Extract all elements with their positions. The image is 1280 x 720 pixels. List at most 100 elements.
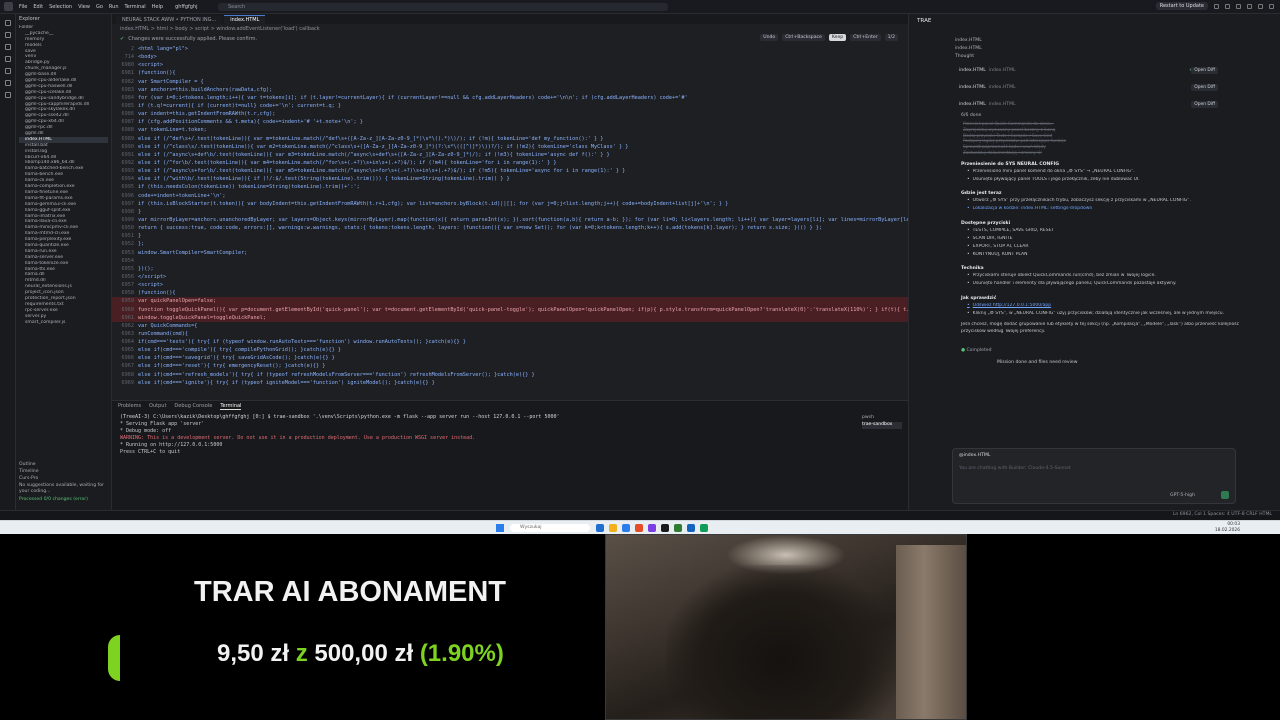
- code-line[interactable]: 6967 else if(cmd==='reset'){ try{ emerge…: [112, 362, 908, 370]
- maximize-icon[interactable]: [1258, 3, 1263, 9]
- chat-file-ref[interactable]: index.HTML: [917, 38, 1272, 46]
- send-icon[interactable]: [1221, 491, 1229, 499]
- search-icon[interactable]: [4, 32, 11, 38]
- menu-selection[interactable]: Selection: [49, 4, 72, 10]
- chat-file-ref[interactable]: index.HTML: [917, 46, 1272, 54]
- menu-edit[interactable]: Edit: [33, 4, 43, 10]
- code-line[interactable]: 6960 function toggleQuickPanel(){ var p=d…: [112, 305, 908, 314]
- terminal-item-trae-sandbox[interactable]: trae-sandbox: [862, 422, 902, 429]
- mission-status[interactable]: Mission done and files need review: [917, 360, 1272, 370]
- file-tree-item[interactable]: smart_compiler.js: [19, 320, 108, 326]
- code-line[interactable]: 2 <html lang="pl">: [112, 45, 908, 53]
- code-line[interactable]: 6992 else if (/^for\b/.test(tokenLine)){…: [112, 159, 908, 167]
- status-right[interactable]: Ln 6962, Col 1 Spaces: 4 UTF-8 CRLF HTML: [1173, 512, 1272, 517]
- taskbar-clock[interactable]: 00:03 18.02.2026: [1215, 522, 1240, 533]
- project-name[interactable]: ghffgfghj: [175, 4, 197, 10]
- windows-start-icon[interactable]: [496, 524, 504, 532]
- code-line[interactable]: 6953 window.SmartCompiler=SmartCompiler;: [112, 249, 908, 257]
- code-line[interactable]: 6988 var tokenLine=t.token;: [112, 126, 908, 134]
- code-line[interactable]: 6969 else if(cmd==='ignite'){ try{ if (t…: [112, 379, 908, 387]
- taskbar-app-icon[interactable]: [596, 524, 604, 532]
- menu-help[interactable]: Help: [152, 4, 163, 10]
- taskbar-app-icon[interactable]: [674, 524, 682, 532]
- taskbar-app-icon[interactable]: [648, 524, 656, 532]
- close-icon[interactable]: [1269, 3, 1274, 9]
- taskbar-app-icon[interactable]: [622, 524, 630, 532]
- code-line[interactable]: 6952};: [112, 240, 908, 248]
- todo-done-count[interactable]: 6/6 done: [917, 113, 1272, 121]
- code-line[interactable]: 6961 window.toggleQuickPanel=toggleQuickP…: [112, 313, 908, 322]
- layout-icon[interactable]: [1214, 3, 1219, 9]
- undo-button[interactable]: Undo: [760, 34, 779, 41]
- menu-view[interactable]: View: [78, 4, 90, 10]
- taskbar-app-icon[interactable]: [609, 524, 617, 532]
- code-line[interactable]: 6982 var SmartCompiler = {: [112, 78, 908, 86]
- code-line[interactable]: 714 <body>: [112, 53, 908, 61]
- code-line[interactable]: 6990 else if (/^class\s/.test(tokenLine)…: [112, 143, 908, 151]
- chat-input[interactable]: You are chatting with Builder: Claude-4.…: [953, 462, 1235, 475]
- taskbar-app-icon[interactable]: [661, 524, 669, 532]
- code-line[interactable]: 6963 runCommand(cmd){: [112, 330, 908, 338]
- model-selector[interactable]: GPT-5-high: [1170, 493, 1195, 498]
- open-diff-button[interactable]: Open Diff: [1191, 101, 1218, 108]
- code-line[interactable]: 6993 else if (/^async\s+for\b/.test(toke…: [112, 167, 908, 175]
- code-line[interactable]: 6986 var indent=this.getIndentFromRAWth(…: [112, 110, 908, 118]
- tab-problems[interactable]: Problems: [118, 403, 141, 410]
- code-line[interactable]: 6958 (function(){: [112, 289, 908, 297]
- bullet[interactable]: Lokalizacja w kodzie: index.HTML: settin…: [917, 206, 1272, 214]
- code-line[interactable]: 6955})();: [112, 265, 908, 273]
- code-line[interactable]: 6959 var quickPanelOpen=false;: [112, 297, 908, 306]
- code-line[interactable]: 6951}: [112, 232, 908, 240]
- command-search-input[interactable]: Search: [218, 3, 668, 11]
- taskbar-app-icon[interactable]: [700, 524, 708, 532]
- chat-input-box[interactable]: @index.HTML You are chatting with Builde…: [952, 448, 1236, 504]
- taskbar-app-icon[interactable]: [687, 524, 695, 532]
- keep-button[interactable]: Keep: [828, 34, 847, 41]
- code-line[interactable]: 6996 code+=indent+tokenLine+'\n';: [112, 192, 908, 200]
- taskbar-app-icon[interactable]: [635, 524, 643, 532]
- explorer-icon[interactable]: [4, 20, 11, 26]
- taskbar-search-input[interactable]: Wyszukaj: [510, 524, 590, 532]
- code-line[interactable]: 6962 var QuickCommands={: [112, 322, 908, 330]
- code-line[interactable]: 6966 else if(cmd==='savegrid'){ try{ sav…: [112, 354, 908, 362]
- source-control-icon[interactable]: [4, 44, 11, 50]
- restart-to-update-button[interactable]: Restart to Update: [1155, 2, 1208, 10]
- outline-section[interactable]: Outline: [19, 462, 109, 467]
- thought-label[interactable]: Thought: [917, 54, 1272, 62]
- code-line[interactable]: 6983 var anchors=this.buildAnchors(rawDa…: [112, 86, 908, 94]
- remote-icon[interactable]: [4, 80, 11, 86]
- code-line[interactable]: 6995 if (this.needsColon(tokenLine)) tok…: [112, 183, 908, 191]
- minimize-icon[interactable]: [1247, 3, 1252, 9]
- code-line[interactable]: 6997 if (this.isBlockStarter(t.token)){ …: [112, 200, 908, 208]
- code-line[interactable]: 6998}: [112, 208, 908, 216]
- tab-index-html[interactable]: index.HTML: [224, 15, 266, 24]
- code-line[interactable]: 6991 else if (/^async\s+def\b/.test(toke…: [112, 151, 908, 159]
- open-diff-button[interactable]: Open Diff: [1191, 84, 1218, 91]
- menu-go[interactable]: Go: [96, 4, 103, 10]
- code-line[interactable]: 6964 if(cmd==='tests'){ try{ if (typeof …: [112, 338, 908, 346]
- code-line[interactable]: 6956 </script>: [112, 273, 908, 281]
- input-file-chip[interactable]: @index.HTML: [953, 449, 1235, 462]
- code-line[interactable]: 6981 (function(){: [112, 69, 908, 77]
- menu-run[interactable]: Run: [109, 4, 119, 10]
- diff-page-indicator[interactable]: 1/2: [884, 34, 898, 41]
- bullet-link[interactable]: Odśwież http://127.0.0.1:5000/app: [917, 303, 1272, 311]
- tab-debug-console[interactable]: Debug Console: [174, 403, 212, 410]
- terminal-item-pwsh[interactable]: pwsh: [862, 415, 902, 422]
- terminal-output[interactable]: (TreeAI-3) C:\Users\kazik\Desktop\ghffgf…: [112, 412, 908, 458]
- code-line[interactable]: 6994 else if (/^with\b/.test(tokenLine))…: [112, 175, 908, 183]
- settings-icon[interactable]: [1236, 3, 1241, 9]
- code-line[interactable]: 6984 for (var i=0;i<tokens.length;i++){ …: [112, 94, 908, 102]
- code-lines[interactable]: 2 <html lang="pl"> 714 <body> 6980 <script> 69…: [112, 45, 908, 400]
- changed-file-row[interactable]: index.HTML index.HTML +0-1 Open Diff: [917, 79, 1272, 96]
- tab-output[interactable]: Output: [149, 403, 166, 410]
- menu-file[interactable]: File: [19, 4, 27, 10]
- layout-icon[interactable]: [1225, 3, 1230, 9]
- extensions-icon[interactable]: [4, 68, 11, 74]
- code-line[interactable]: 6957 <script>: [112, 281, 908, 289]
- open-diff-button[interactable]: Open Diff: [1191, 67, 1218, 74]
- run-debug-icon[interactable]: [4, 56, 11, 62]
- code-line[interactable]: 6968 else if(cmd==='refresh_models'){ tr…: [112, 371, 908, 379]
- code-line[interactable]: 6999 var mirrorByLayer=anchors.unanchore…: [112, 216, 909, 224]
- code-line[interactable]: 6965 else if(cmd==='compile'){ try{ comp…: [112, 346, 908, 354]
